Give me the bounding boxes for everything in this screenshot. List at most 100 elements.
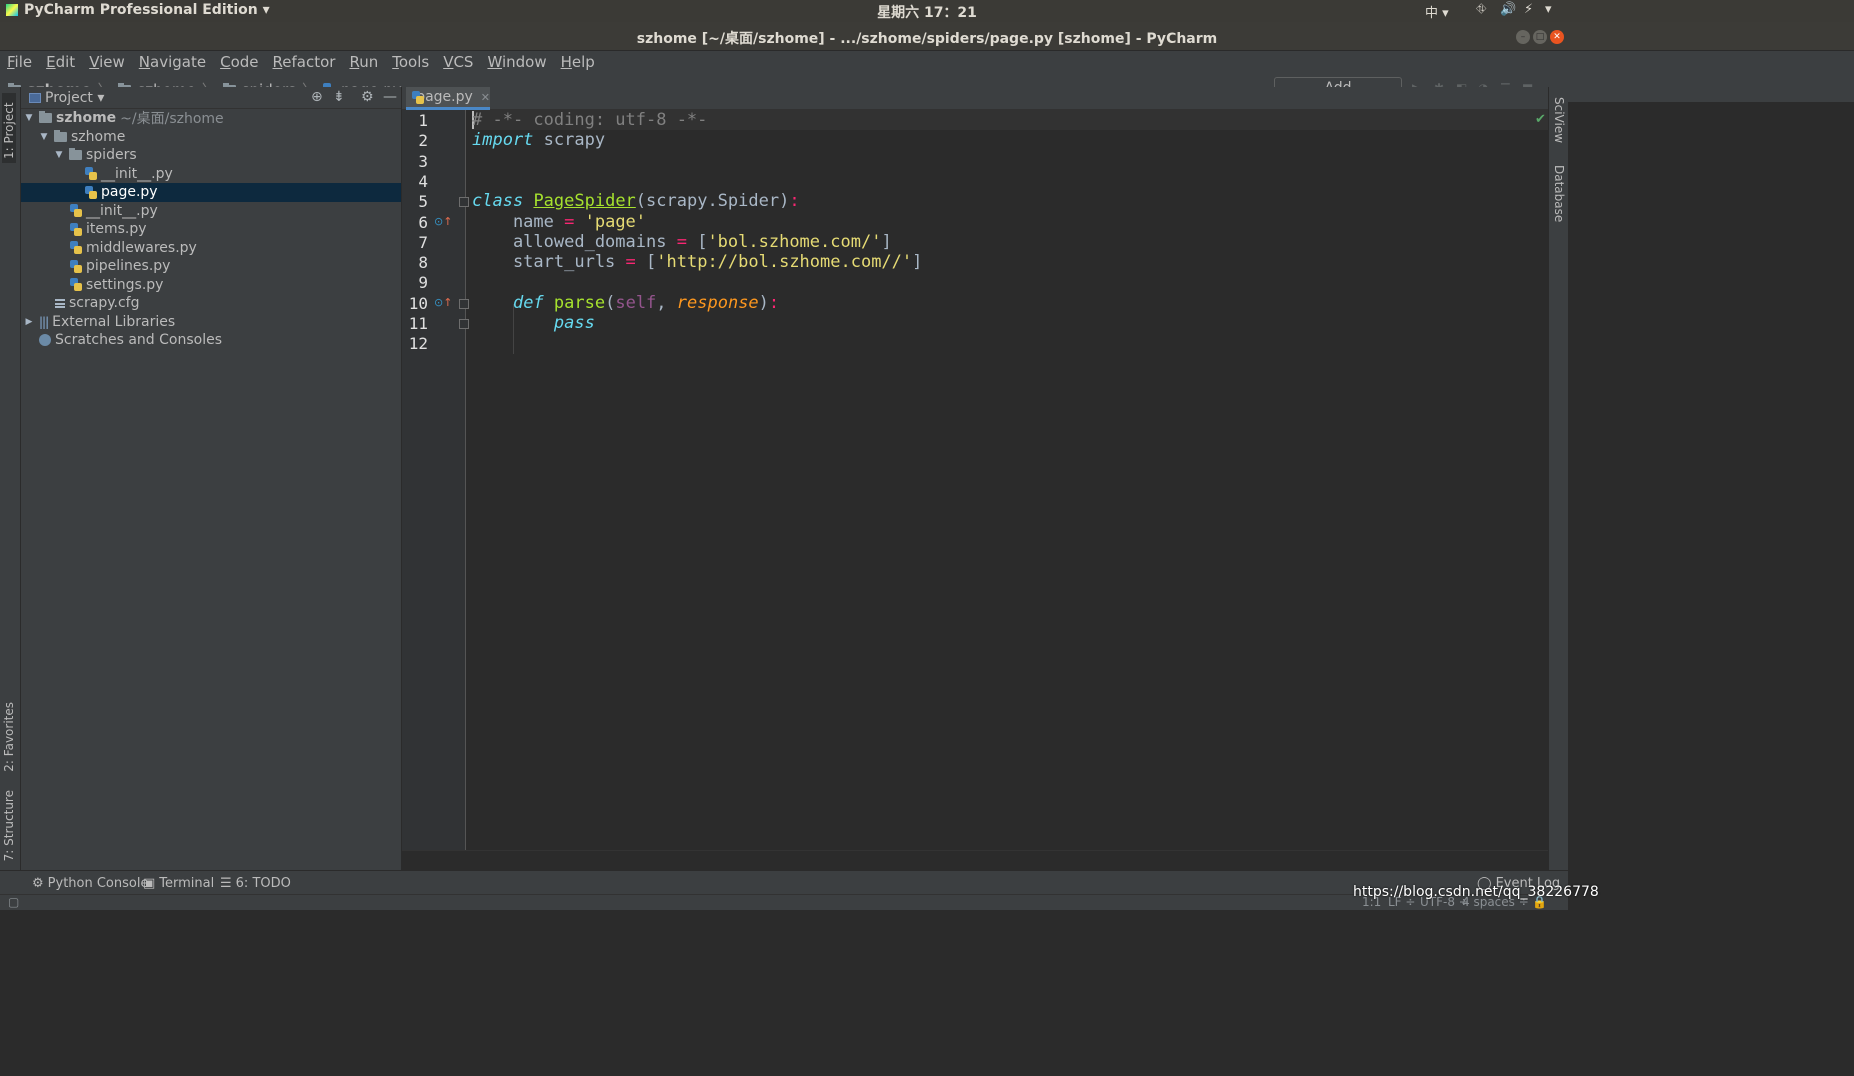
tree-item-label: settings.py	[86, 276, 164, 293]
menu-bar: File Edit View Navigate Code Refactor Ru…	[0, 51, 1854, 73]
menu-navigate[interactable]: Navigate	[139, 53, 206, 71]
tree-item-items[interactable]: items.py	[21, 220, 401, 239]
power-menu-icon[interactable]: ▾	[1545, 2, 1552, 17]
tree-item-init[interactable]: __init__.py	[21, 202, 401, 221]
tree-item-label: szhome	[71, 128, 126, 145]
input-method-indicator[interactable]: 中 ▾	[1425, 2, 1449, 21]
editor-tab-page-py[interactable]: page.py ✕	[406, 87, 490, 110]
fold-marker-icon[interactable]	[459, 299, 469, 309]
tree-item-label: scrapy.cfg	[69, 295, 140, 312]
tree-item-spiders-init[interactable]: __init__.py	[21, 165, 401, 184]
tree-item-spiders[interactable]: ▼ spiders	[21, 146, 401, 165]
settings-gear-icon[interactable]: ⚙	[361, 89, 374, 105]
tool-tab-favorites[interactable]: 2: Favorites	[2, 702, 16, 772]
todo-button[interactable]: ☰ 6: TODO	[220, 876, 291, 891]
expand-arrow-icon[interactable]: ▼	[38, 132, 50, 142]
line-number: 2	[418, 131, 428, 151]
tree-item-scrapy-cfg[interactable]: scrapy.cfg	[21, 294, 401, 313]
toggle-tool-windows-icon[interactable]: ▢	[8, 895, 19, 909]
tree-item-pipelines[interactable]: pipelines.py	[21, 257, 401, 276]
line-number: 3	[418, 151, 428, 171]
fold-end-marker-icon[interactable]	[459, 319, 469, 329]
tool-tab-structure[interactable]: 7: Structure	[2, 790, 16, 861]
menu-help[interactable]: Help	[561, 53, 595, 71]
tool-tab-project[interactable]: 1: Project	[2, 93, 16, 163]
menu-file[interactable]: File	[7, 53, 32, 71]
minimize-button[interactable]: –	[1516, 30, 1530, 44]
inspection-ok-icon[interactable]: ✔	[1535, 112, 1546, 127]
tree-item-szhome[interactable]: ▼ szhome	[21, 128, 401, 147]
code-text: ]	[912, 252, 923, 273]
collapse-arrow-icon[interactable]: ▶	[23, 317, 35, 327]
collapse-all-icon[interactable]: ⇟	[333, 89, 345, 105]
fold-marker-icon[interactable]	[459, 197, 469, 207]
menu-window[interactable]: Window	[487, 53, 546, 71]
code-keyword: pass	[553, 313, 595, 333]
tree-item-scratches[interactable]: Scratches and Consoles	[21, 331, 401, 350]
code-text: (	[605, 292, 616, 313]
code-text: name	[472, 211, 565, 232]
library-icon: |||	[39, 314, 49, 329]
python-file-icon	[70, 222, 82, 236]
tree-item-path: ~/桌面/szhome	[120, 111, 224, 128]
project-view-selector[interactable]: Project ▾	[29, 90, 104, 106]
python-console-button[interactable]: ⚙ Python Console	[32, 876, 148, 891]
horizontal-scrollbar[interactable]	[402, 850, 1548, 870]
menu-code[interactable]: Code	[220, 53, 258, 71]
tree-item-label: External Libraries	[52, 313, 176, 330]
expand-arrow-icon[interactable]: ▼	[53, 150, 65, 160]
code-line-10: def parse(self, response):	[472, 293, 779, 313]
menu-tools[interactable]: Tools	[392, 53, 429, 71]
tree-item-settings[interactable]: settings.py	[21, 276, 401, 295]
override-marker-icon[interactable]: ⊙↑	[434, 215, 452, 228]
locate-file-icon[interactable]: ⊕	[311, 89, 323, 105]
code-text: scrapy	[533, 130, 606, 151]
code-keyword: def	[512, 292, 544, 313]
python-file-icon	[70, 204, 82, 218]
editor-gutter[interactable]: 1 2 3 4 5 6 7 8 9 10 11 12 ⊙↑ ⊙↑	[402, 110, 469, 850]
code-string: 'http://bol.szhome.com//'	[656, 252, 913, 273]
code-keyword: class	[472, 191, 524, 212]
python-console-icon: ⚙	[32, 876, 44, 891]
tree-item-external-libraries[interactable]: ▶ ||| External Libraries	[21, 313, 401, 332]
maximize-button[interactable]: □	[1533, 30, 1547, 44]
menu-edit[interactable]: Edit	[46, 53, 75, 71]
close-tab-icon[interactable]: ✕	[481, 91, 490, 104]
editor-tab-bar: page.py ✕	[402, 87, 1548, 110]
tree-item-project-root[interactable]: ▼ szhome ~/桌面/szhome	[21, 109, 401, 128]
tree-item-label: __init__.py	[86, 202, 158, 219]
code-line-5: class PageSpider(scrapy.Spider):	[472, 191, 800, 211]
tree-item-page-py[interactable]: page.py	[21, 183, 401, 202]
line-number: 7	[418, 232, 428, 252]
override-marker-icon[interactable]: ⊙↑	[434, 296, 452, 309]
tool-tab-database[interactable]: Database	[1552, 165, 1566, 222]
system-top-bar: PyCharm Professional Edition ▾ 星期六 17：21…	[0, 0, 1854, 22]
terminal-button[interactable]: ▣ Terminal	[143, 876, 214, 891]
menu-refactor[interactable]: Refactor	[273, 53, 336, 71]
tree-item-middlewares[interactable]: middlewares.py	[21, 239, 401, 258]
line-number: 8	[418, 253, 428, 273]
menu-view[interactable]: View	[89, 53, 125, 71]
window-title-bar: szhome [~/桌面/szhome] - .../szhome/spider…	[0, 22, 1854, 51]
code-operator: :	[768, 292, 780, 313]
close-button[interactable]: ✕	[1550, 30, 1564, 44]
volume-icon[interactable]: 🔊	[1500, 2, 1516, 17]
system-clock[interactable]: 星期六 17：21	[0, 2, 1854, 22]
code-line-7: allowed_domains = ['bol.szhome.com/']	[472, 232, 892, 252]
code-text: [	[686, 231, 708, 252]
menu-vcs[interactable]: VCS	[443, 53, 473, 71]
code-area[interactable]: # -*- coding: utf-8 -*- import scrapy cl…	[472, 110, 1548, 850]
editor-tab-label: page.py	[416, 89, 473, 105]
code-class-name: PageSpider	[533, 191, 636, 212]
network-icon[interactable]: ⛗	[1476, 2, 1486, 17]
code-line-2: import scrapy	[472, 130, 605, 150]
expand-arrow-icon[interactable]: ▼	[23, 113, 35, 123]
battery-icon[interactable]: ⚡	[1524, 2, 1533, 17]
line-number: 5	[418, 192, 428, 212]
tree-item-label: spiders	[86, 147, 137, 164]
hide-panel-icon[interactable]: —	[383, 89, 397, 105]
menu-run[interactable]: Run	[349, 53, 378, 71]
tool-tab-sciview[interactable]: SciView	[1552, 97, 1566, 143]
window-title: szhome [~/桌面/szhome] - .../szhome/spider…	[636, 31, 1218, 47]
folder-icon	[69, 148, 82, 161]
